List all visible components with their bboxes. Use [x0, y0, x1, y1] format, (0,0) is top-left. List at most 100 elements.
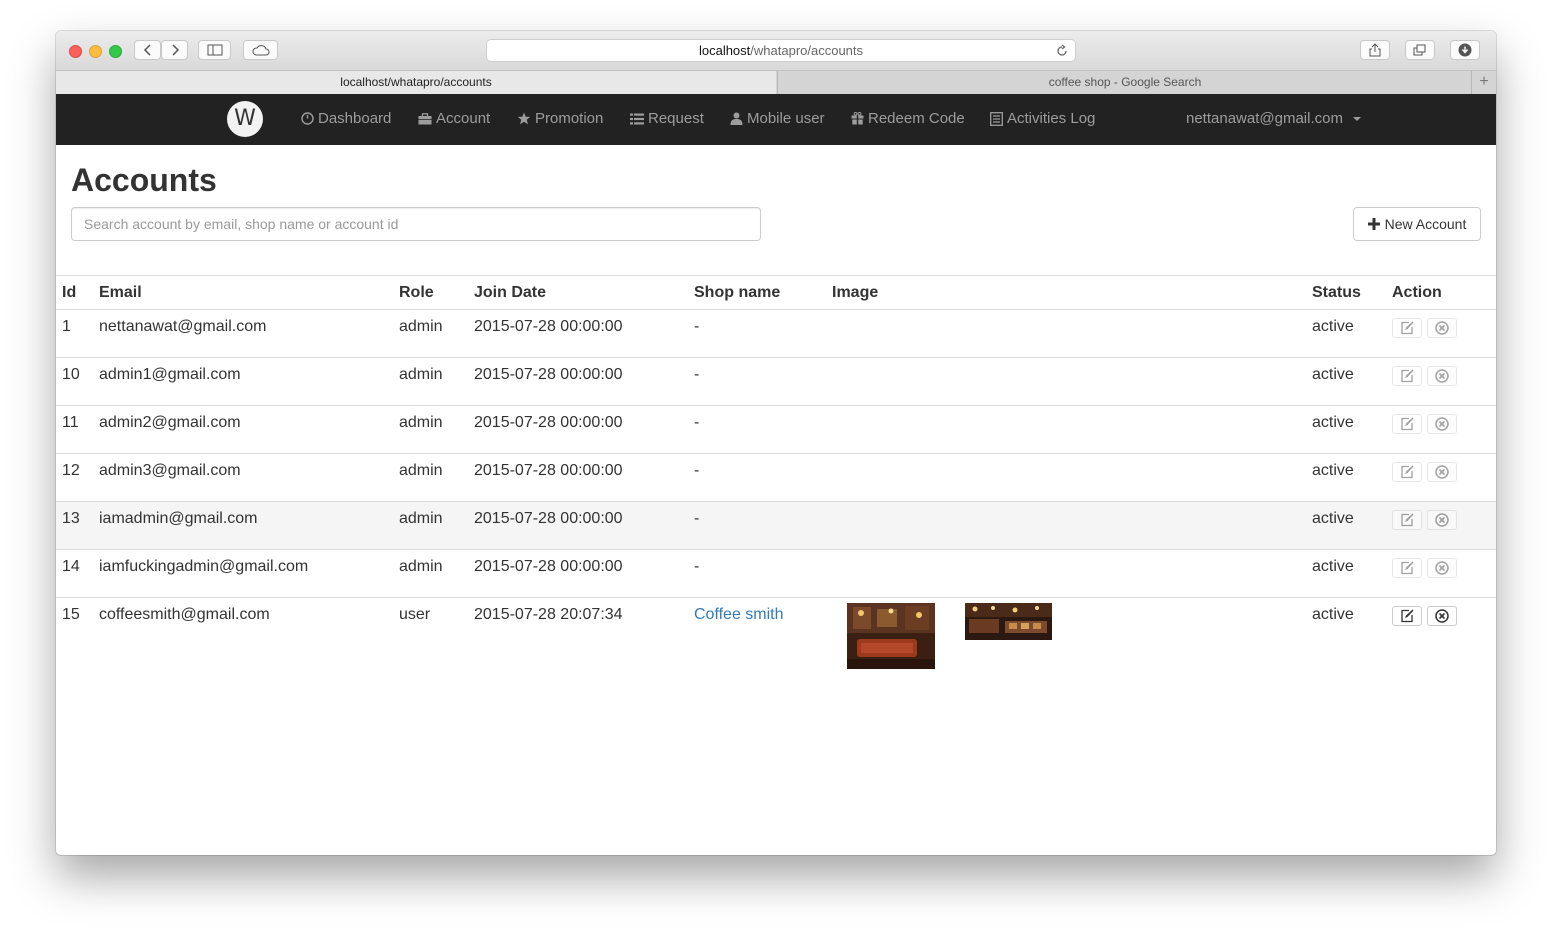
column-header-shop-name[interactable]: Shop name [688, 275, 826, 310]
cell-id: 10 [56, 357, 93, 406]
cell-status: active [1306, 549, 1386, 598]
column-header-role[interactable]: Role [393, 275, 468, 310]
minimize-window-button[interactable] [89, 45, 102, 58]
nav-redeem-code-label: Redeem Code [868, 110, 965, 127]
cell-image [826, 453, 1306, 502]
delete-button[interactable] [1427, 366, 1457, 386]
url-host: localhost [698, 43, 751, 58]
nav-promotion[interactable]: Promotion [517, 110, 603, 127]
edit-button[interactable] [1392, 510, 1422, 530]
edit-icon [1401, 513, 1414, 527]
edit-button[interactable] [1392, 318, 1422, 338]
zoom-window-button[interactable] [109, 45, 122, 58]
column-header-image[interactable]: Image [826, 275, 1306, 310]
delete-button[interactable] [1427, 606, 1457, 626]
cell-email: admin1@gmail.com [93, 357, 393, 406]
cell-shop-name: - [688, 453, 826, 502]
delete-button[interactable] [1427, 318, 1457, 338]
back-button[interactable] [134, 40, 161, 60]
delete-button[interactable] [1427, 414, 1457, 434]
cell-image [826, 357, 1306, 406]
new-account-button[interactable]: New Account [1353, 207, 1481, 241]
edit-button[interactable] [1392, 558, 1422, 578]
cell-shop-name: - [688, 549, 826, 598]
cell-id: 13 [56, 501, 93, 550]
delete-button[interactable] [1427, 558, 1457, 578]
sidebar-icon [207, 44, 222, 56]
user-menu-dropdown[interactable]: nettanawat@gmail.com [1186, 110, 1361, 127]
table-row[interactable]: 15 coffeesmith@gmail.com user 2015-07-28… [56, 598, 1496, 678]
shop-image-thumbnail[interactable] [847, 603, 935, 669]
edit-button[interactable] [1392, 414, 1422, 434]
caret-down-icon [1352, 116, 1361, 121]
show-all-tabs-button[interactable] [1405, 40, 1435, 60]
sidebar-button[interactable] [198, 40, 231, 60]
column-header-action[interactable]: Action [1386, 275, 1496, 310]
close-window-button[interactable] [69, 45, 82, 58]
column-header-email[interactable]: Email [93, 275, 393, 310]
brand-logo[interactable]: W [227, 101, 263, 137]
cell-role: admin [393, 501, 468, 550]
edit-button[interactable] [1392, 366, 1422, 386]
nav-request[interactable]: Request [630, 110, 704, 127]
shop-image-thumbnail[interactable] [965, 603, 1052, 640]
cell-image [826, 501, 1306, 550]
downloads-button[interactable] [1450, 40, 1480, 60]
search-input[interactable] [71, 207, 761, 241]
cell-role: admin [393, 549, 468, 598]
cell-id: 15 [62, 606, 80, 623]
edit-icon [1401, 417, 1414, 431]
nav-activities-log[interactable]: Activities Log [990, 110, 1095, 127]
table-row[interactable]: 12 admin3@gmail.com admin 2015-07-28 00:… [56, 453, 1496, 502]
user-email: nettanawat@gmail.com [1186, 110, 1343, 127]
new-tab-button[interactable]: + [1471, 71, 1496, 94]
table-row[interactable]: 14 iamfuckingadmin@gmail.com admin 2015-… [56, 549, 1496, 598]
edit-button[interactable] [1392, 462, 1422, 482]
user-icon [730, 112, 743, 125]
nav-account[interactable]: Account [418, 110, 490, 127]
column-header-join-date[interactable]: Join Date [468, 275, 688, 310]
reload-icon[interactable] [1055, 43, 1069, 64]
column-header-id[interactable]: Id [56, 275, 93, 310]
cell-join-date: 2015-07-28 00:00:00 [468, 405, 688, 454]
cell-join-date: 2015-07-28 00:00:00 [468, 309, 688, 358]
remove-circle-icon [1435, 321, 1449, 335]
table-row[interactable]: 10 admin1@gmail.com admin 2015-07-28 00:… [56, 357, 1496, 406]
cell-email: nettanawat@gmail.com [93, 309, 393, 358]
cell-actions [1386, 598, 1496, 678]
table-row[interactable]: 11 admin2@gmail.com admin 2015-07-28 00:… [56, 405, 1496, 454]
cell-shop-name: - [688, 501, 826, 550]
edit-button[interactable] [1392, 606, 1422, 626]
icloud-tabs-button[interactable] [243, 40, 278, 60]
table-row[interactable]: 1 nettanawat@gmail.com admin 2015-07-28 … [56, 309, 1496, 358]
nav-redeem-code[interactable]: Redeem Code [851, 110, 965, 127]
nav-mobile-user[interactable]: Mobile user [730, 110, 825, 127]
cell-status: active [1312, 606, 1354, 623]
delete-button[interactable] [1427, 462, 1457, 482]
share-icon [1369, 43, 1381, 57]
edit-icon [1401, 609, 1414, 623]
delete-button[interactable] [1427, 510, 1457, 530]
cell-id: 1 [56, 309, 93, 358]
forward-button[interactable] [161, 40, 188, 60]
share-button[interactable] [1360, 40, 1390, 60]
download-icon [1458, 43, 1472, 57]
address-bar[interactable]: localhost/whatapro/accounts [486, 39, 1076, 62]
cell-status: active [1306, 453, 1386, 502]
url-path: /whatapro/accounts [750, 43, 864, 58]
cell-image [826, 598, 1306, 678]
cell-image [826, 405, 1306, 454]
tab-google-search[interactable]: coffee shop - Google Search [777, 71, 1472, 94]
nav-dashboard[interactable]: Dashboard [301, 110, 391, 127]
cell-email: iamfuckingadmin@gmail.com [93, 549, 393, 598]
list-icon [630, 113, 644, 124]
cell-image [826, 309, 1306, 358]
cell-email: admin2@gmail.com [93, 405, 393, 454]
tab-accounts[interactable]: localhost/whatapro/accounts [56, 71, 776, 94]
column-header-status[interactable]: Status [1306, 275, 1386, 310]
nav-request-label: Request [648, 110, 704, 127]
cell-email: admin3@gmail.com [93, 453, 393, 502]
shop-name-link[interactable]: Coffee smith [694, 606, 784, 623]
table-row[interactable]: 13 iamadmin@gmail.com admin 2015-07-28 0… [56, 501, 1496, 550]
edit-icon [1401, 321, 1414, 335]
